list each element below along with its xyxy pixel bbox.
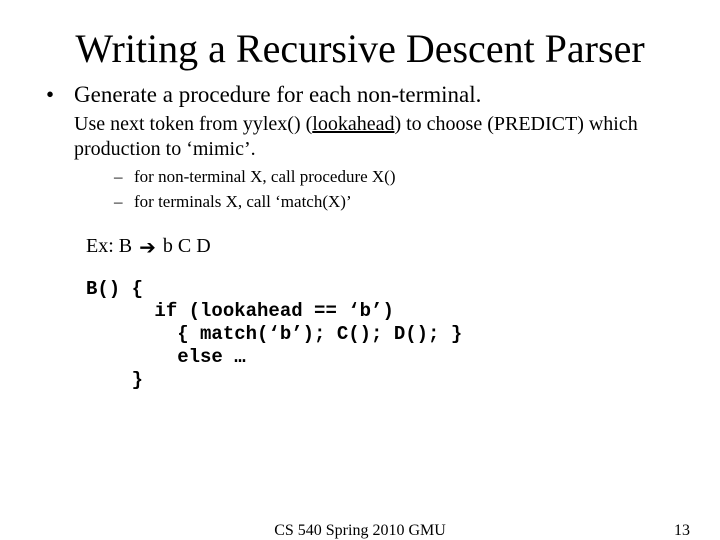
sub-bullet: Use next token from yylex() (lookahead) … xyxy=(42,112,690,162)
dash-text: for terminals X, call ‘match(X)’ xyxy=(134,191,352,212)
sub-text-underlined: lookahead xyxy=(312,113,394,135)
footer-center-text: CS 540 Spring 2010 GMU xyxy=(0,522,720,540)
code-block: B() { if (lookahead == ‘b’) { match(‘b’)… xyxy=(42,278,690,392)
slide-title: Writing a Recursive Descent Parser xyxy=(0,0,720,72)
arrow-icon: ➔ xyxy=(139,235,156,260)
bullet-level1: • Generate a procedure for each non-term… xyxy=(42,82,690,108)
example-suffix: b C D xyxy=(158,235,211,257)
dash-marker: – xyxy=(114,191,134,212)
slide-number: 13 xyxy=(674,522,690,540)
bullet-dot: • xyxy=(42,82,74,108)
example-line: Ex: B ➔ b C D xyxy=(42,235,690,260)
dash-item: – for non-terminal X, call procedure X() xyxy=(42,166,690,187)
sub-text-pre: Use next token from yylex() ( xyxy=(74,113,312,135)
dash-item: – for terminals X, call ‘match(X)’ xyxy=(42,191,690,212)
example-prefix: Ex: B xyxy=(86,235,137,257)
dash-marker: – xyxy=(114,166,134,187)
slide-body: • Generate a procedure for each non-term… xyxy=(0,82,720,391)
bullet-text: Generate a procedure for each non-termin… xyxy=(74,82,481,108)
dash-text: for non-terminal X, call procedure X() xyxy=(134,166,396,187)
